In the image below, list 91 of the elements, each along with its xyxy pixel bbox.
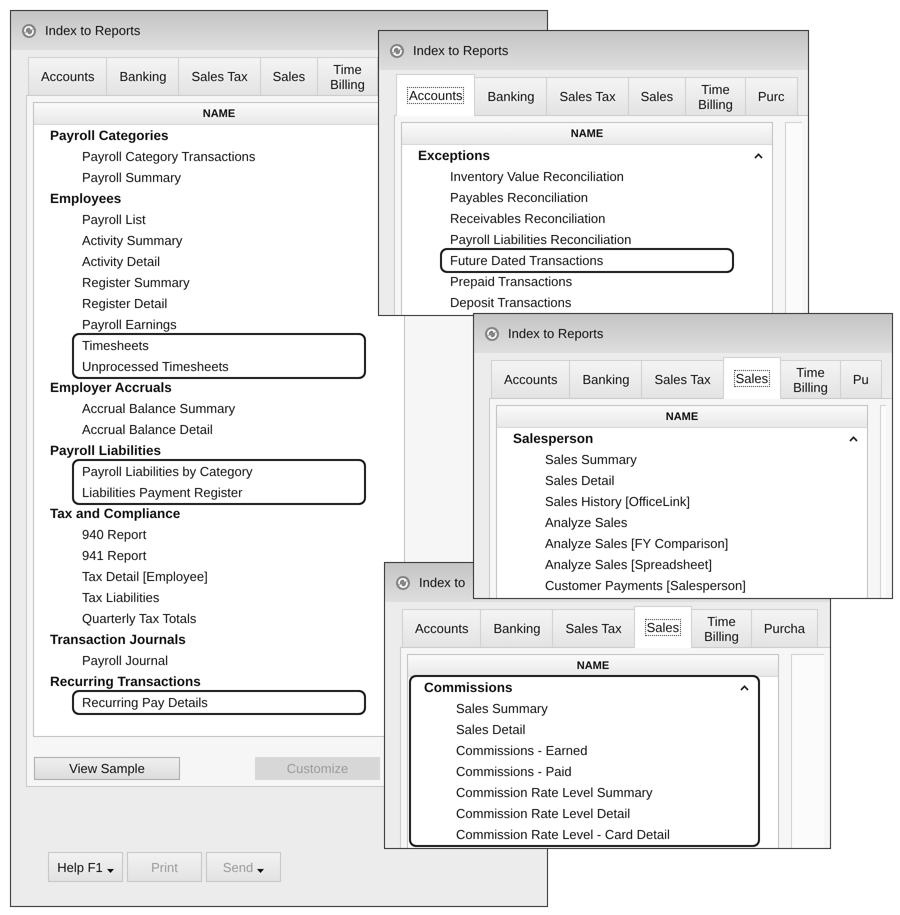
report-item[interactable]: Payroll Earnings: [82, 316, 177, 332]
window-title: Index to Reports: [45, 22, 140, 38]
report-item[interactable]: Deposit Transactions: [450, 294, 572, 310]
caret-up-icon[interactable]: [754, 152, 763, 158]
report-item[interactable]: Tax Detail [Employee]: [82, 568, 208, 584]
report-item[interactable]: Sales History [OfficeLink]: [545, 494, 690, 510]
report-item[interactable]: Sales Detail: [456, 722, 526, 738]
tab[interactable]: Time Billing: [691, 609, 752, 647]
report-item[interactable]: Sales Summary: [456, 700, 548, 716]
tab[interactable]: Accounts: [28, 57, 108, 95]
report-item[interactable]: Commission Rate Level Detail: [456, 806, 630, 822]
window-title: Index to Reports: [413, 42, 508, 58]
column-header[interactable]: NAME: [408, 655, 778, 677]
report-item[interactable]: Unprocessed Timesheets: [82, 358, 229, 374]
report-item[interactable]: 940 Report: [82, 526, 146, 542]
caret-up-icon[interactable]: [740, 684, 749, 690]
tab[interactable]: Sales Tax: [546, 77, 629, 115]
report-item[interactable]: Analyze Sales: [545, 514, 628, 530]
report-group[interactable]: Commissions: [424, 680, 513, 696]
report-item[interactable]: Payroll Liabilities by Category: [82, 464, 253, 480]
report-item[interactable]: Commissions - Earned: [456, 742, 588, 758]
tab[interactable]: Sales Tax: [641, 360, 724, 398]
tab[interactable]: Banking: [106, 57, 180, 95]
report-item[interactable]: Customer Payments [Salesperson]: [545, 578, 746, 594]
report-item[interactable]: Quarterly Tax Totals: [82, 610, 196, 626]
help-button[interactable]: Help F1: [48, 852, 123, 882]
circular-arrows-icon: [396, 576, 410, 590]
report-item[interactable]: Accrual Balance Summary: [82, 400, 236, 416]
report-item[interactable]: Register Detail: [82, 296, 168, 312]
report-group[interactable]: Payroll Categories: [50, 128, 169, 144]
column-header[interactable]: NAME: [402, 123, 772, 145]
tab[interactable]: Time Billing: [685, 77, 746, 115]
report-item[interactable]: Liabilities Payment Register: [82, 484, 242, 500]
tab[interactable]: Sales Tax: [552, 609, 635, 647]
report-item[interactable]: Activity Detail: [82, 254, 160, 270]
report-group[interactable]: Employer Accruals: [50, 380, 172, 396]
report-item[interactable]: Payroll Journal: [82, 652, 168, 668]
report-item[interactable]: Analyze Sales [Spreadsheet]: [545, 556, 712, 572]
report-item[interactable]: Payables Reconciliation: [450, 190, 588, 206]
column-header[interactable]: NAME: [497, 406, 867, 428]
report-item[interactable]: 941 Report: [82, 548, 146, 564]
report-group[interactable]: Exceptions: [418, 148, 490, 164]
report-item[interactable]: Inventory Value Reconciliation: [450, 168, 624, 184]
report-item[interactable]: Tax Liabilities: [82, 590, 160, 606]
report-item[interactable]: Payroll Category Transactions: [82, 148, 256, 164]
tab[interactable]: Sales: [628, 77, 686, 115]
report-item[interactable]: Payroll Liabilities Reconciliation: [450, 232, 632, 248]
tab[interactable]: Sales: [722, 357, 782, 399]
report-item[interactable]: Sales Summary: [545, 452, 637, 468]
circular-arrows-icon: [390, 44, 404, 58]
report-group[interactable]: Tax and Compliance: [50, 506, 180, 522]
window-title: Index to Reports: [508, 326, 604, 342]
report-item[interactable]: Activity Summary: [82, 232, 182, 248]
tab[interactable]: Accounts: [396, 74, 476, 116]
tab[interactable]: Purcha: [750, 609, 818, 647]
report-item[interactable]: Payroll Summary: [82, 170, 181, 186]
report-item[interactable]: Accrual Balance Detail: [82, 422, 213, 438]
report-item[interactable]: Payroll List: [82, 212, 146, 228]
report-item[interactable]: Sales Detail: [545, 472, 614, 488]
report-item[interactable]: Timesheets: [82, 338, 149, 354]
report-item[interactable]: Future Dated Transactions: [450, 252, 604, 268]
tab[interactable]: Accounts: [402, 609, 482, 647]
report-item[interactable]: Commissions - Paid: [456, 764, 572, 780]
report-group[interactable]: Payroll Liabilities: [50, 442, 162, 458]
tab[interactable]: Time Billing: [317, 57, 378, 95]
window-title: Index to: [419, 574, 466, 590]
tab[interactable]: Time Billing: [780, 360, 841, 398]
circular-arrows-icon: [485, 326, 499, 340]
tab[interactable]: Sales: [634, 606, 692, 648]
caret-up-icon[interactable]: [849, 436, 858, 442]
tab[interactable]: Banking: [474, 77, 548, 115]
tab[interactable]: Purc: [744, 77, 798, 115]
report-item[interactable]: Commission Rate Level - Card Detail: [456, 826, 670, 842]
tab[interactable]: Banking: [569, 360, 642, 398]
tab[interactable]: Pu: [840, 360, 882, 398]
circular-arrows-icon: [22, 24, 36, 38]
report-item[interactable]: Recurring Pay Details: [82, 694, 208, 710]
report-group[interactable]: Salesperson: [513, 430, 594, 446]
tab[interactable]: Accounts: [491, 360, 570, 398]
report-item[interactable]: Analyze Sales [FY Comparison]: [545, 536, 728, 552]
report-item[interactable]: Commission Rate Level Summary: [456, 784, 653, 800]
report-group[interactable]: Recurring Transactions: [50, 674, 201, 690]
tab[interactable]: Sales Tax: [178, 57, 261, 95]
report-group[interactable]: Transaction Journals: [50, 632, 186, 648]
report-item[interactable]: Prepaid Transactions: [450, 274, 572, 290]
report-group[interactable]: Employees: [50, 190, 122, 206]
tab[interactable]: Sales: [260, 57, 318, 95]
report-item[interactable]: Register Summary: [82, 274, 190, 290]
report-item[interactable]: Receivables Reconciliation: [450, 210, 606, 226]
view-sample-button[interactable]: View Sample: [34, 757, 180, 780]
tab[interactable]: Banking: [480, 609, 554, 647]
